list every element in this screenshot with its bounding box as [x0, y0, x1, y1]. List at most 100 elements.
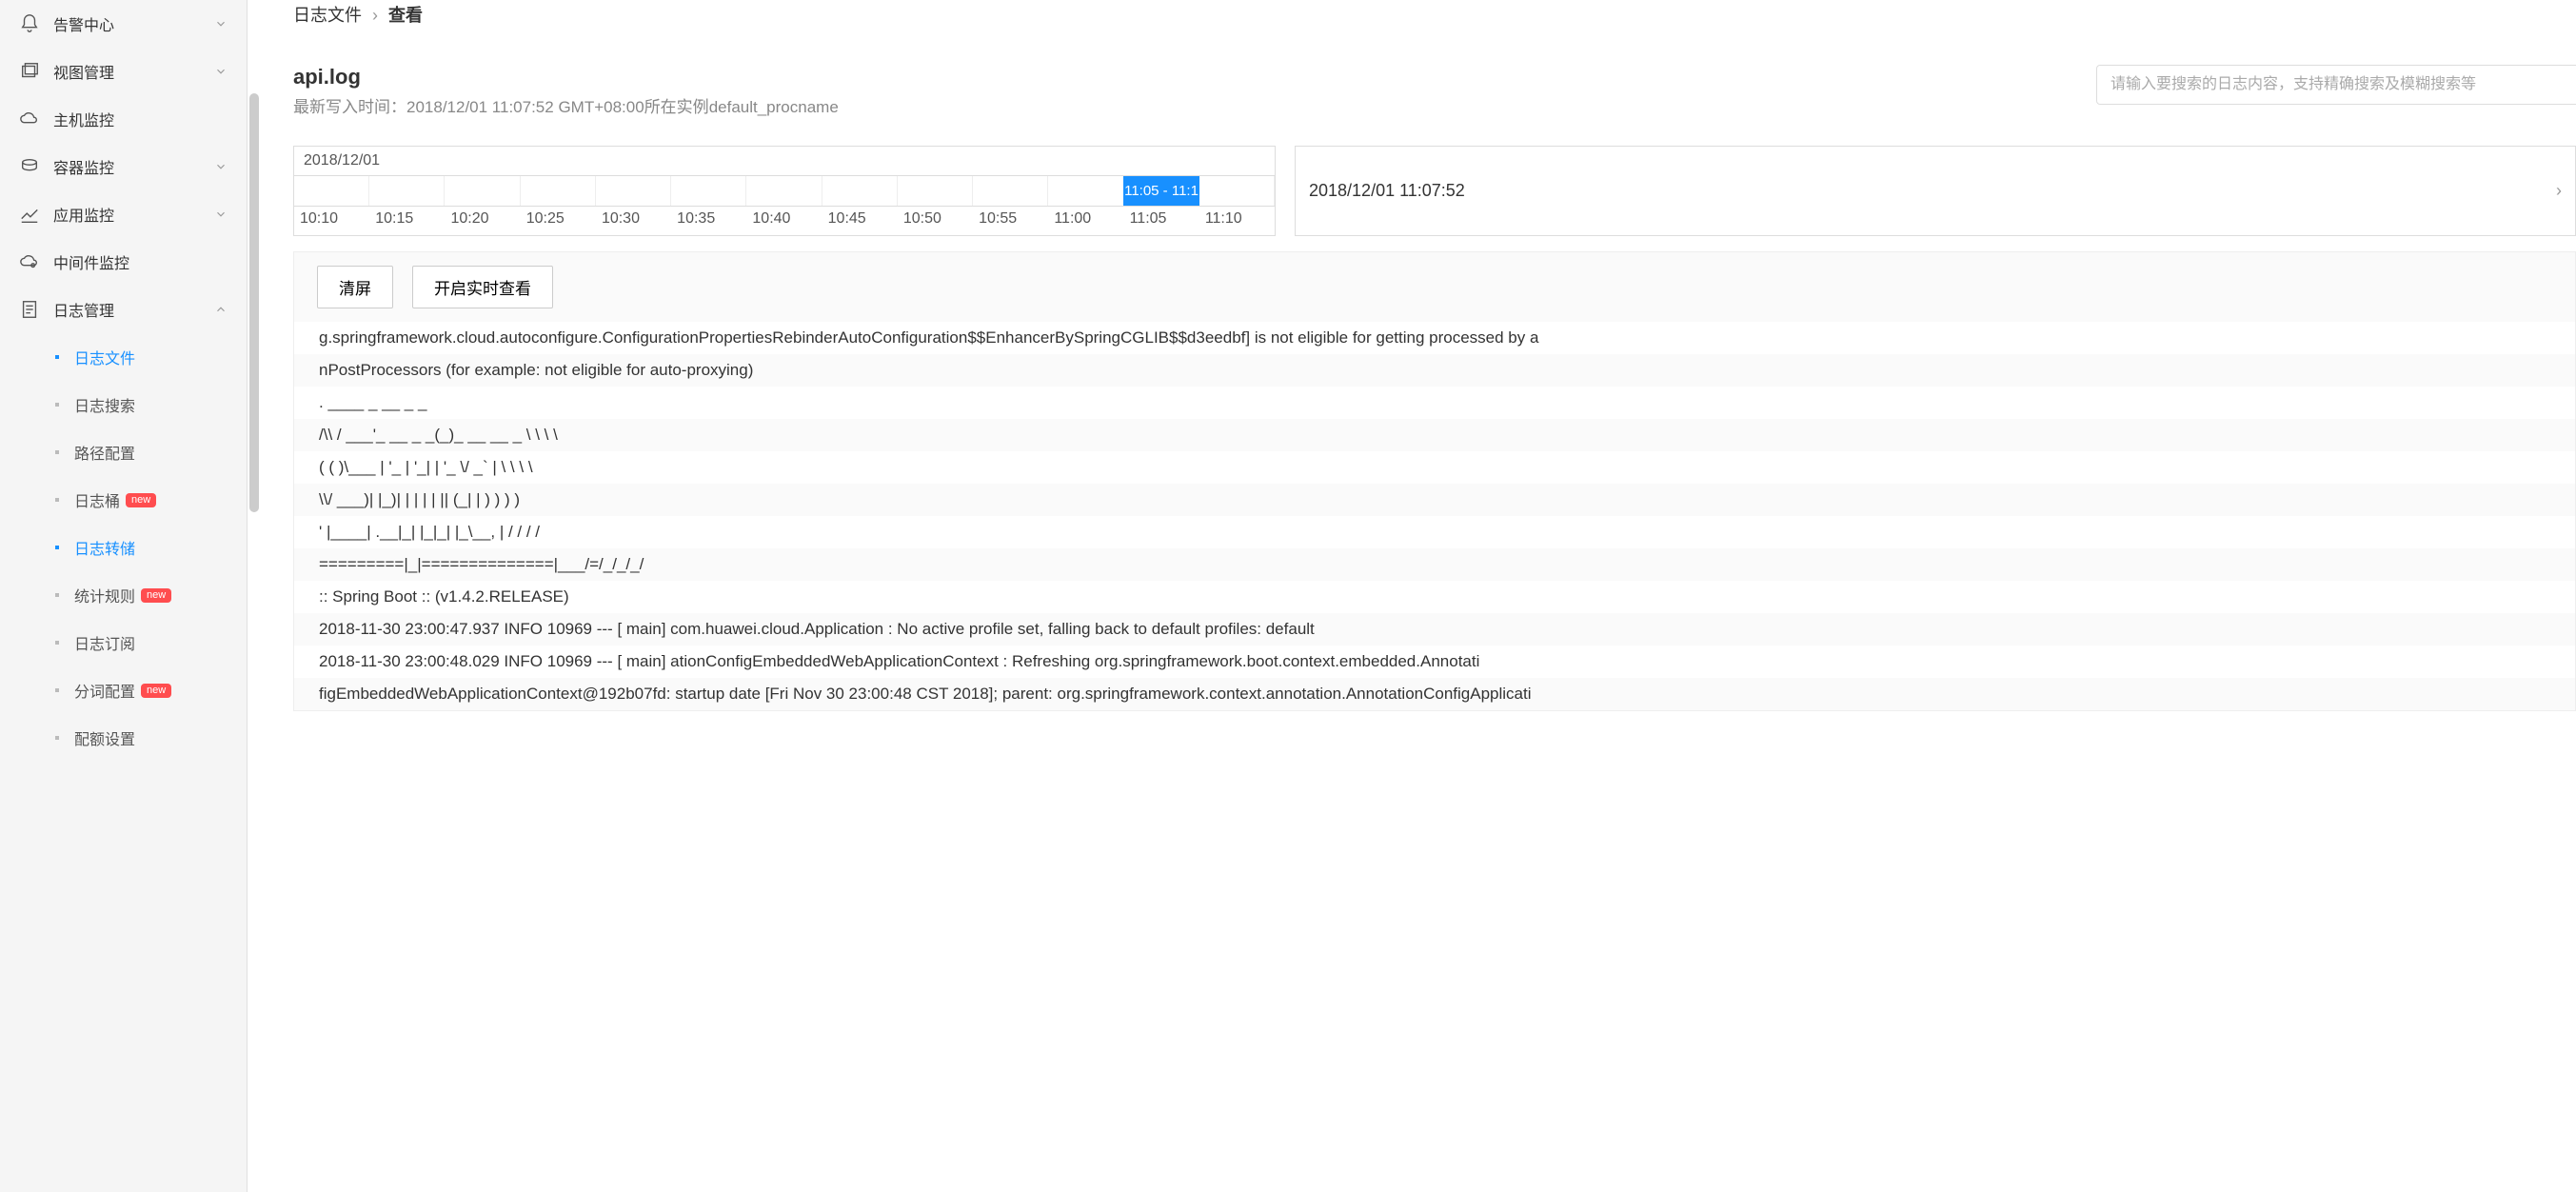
timeline-cell[interactable]	[294, 176, 369, 206]
timeline-cell[interactable]	[596, 176, 671, 206]
menu-item-middleware[interactable]: 中间件监控	[0, 238, 247, 286]
sub-item-log-search[interactable]: 日志搜索	[46, 381, 247, 428]
menu-label: 中间件监控	[53, 250, 129, 273]
timeline-cell[interactable]	[822, 176, 898, 206]
timeline-date: 2018/12/01	[294, 147, 1275, 176]
timeline-tick-label: 10:40	[746, 210, 822, 228]
timeline-cell[interactable]	[1048, 176, 1123, 206]
timeline-cell[interactable]	[369, 176, 445, 206]
dot-icon	[55, 688, 59, 692]
chevron-down-icon	[214, 17, 228, 30]
live-view-button[interactable]: 开启实时查看	[412, 266, 553, 308]
timeline-cell[interactable]	[973, 176, 1048, 206]
sidebar: 告警中心 视图管理 主机监控 容器监控 应用监控 中间件监控 日志管	[0, 0, 248, 1192]
file-title: api.log	[293, 65, 839, 89]
dot-icon	[55, 450, 59, 454]
chart-icon	[19, 204, 40, 225]
menu-label: 应用监控	[53, 203, 114, 226]
timeline-tick-label: 11:10	[1199, 210, 1275, 228]
log-line: nPostProcessors (for example: not eligib…	[294, 354, 2575, 387]
log-line: ' |____| .__|_| |_|_| |_\__, | / / / /	[294, 516, 2575, 548]
dot-icon	[55, 355, 59, 359]
doc-icon	[19, 299, 40, 320]
timeline-selection[interactable]: 11:05 - 11:1	[1123, 176, 1199, 206]
time-selector[interactable]: 2018/12/01 11:07:52 ›	[1295, 146, 2576, 236]
badge-new: new	[141, 588, 171, 603]
timeline-tick-label: 10:25	[521, 210, 596, 228]
timeline-tick-label: 11:05	[1124, 210, 1199, 228]
log-line: figEmbeddedWebApplicationContext@192b07f…	[294, 678, 2575, 710]
dot-icon	[55, 593, 59, 597]
menu-item-container[interactable]: 容器监控	[0, 143, 247, 190]
sub-item-log-dump[interactable]: 日志转储	[46, 524, 247, 571]
log-line: =========|_|==============|___/=/_/_/_/	[294, 548, 2575, 581]
menu-label: 告警中心	[53, 12, 114, 35]
breadcrumb: 日志文件 › 查看	[293, 2, 2576, 27]
menu-item-views[interactable]: 视图管理	[0, 48, 247, 95]
timeline-cell[interactable]	[746, 176, 822, 206]
menu-label: 主机监控	[53, 108, 114, 130]
sub-item-log-bucket[interactable]: 日志桶new	[46, 476, 247, 524]
sub-item-log-file[interactable]: 日志文件	[0, 333, 247, 381]
layers-icon	[19, 61, 40, 82]
chevron-down-icon	[214, 65, 228, 78]
timeline-cell[interactable]	[521, 176, 596, 206]
timeline-tick-label: 10:15	[369, 210, 445, 228]
log-line: . ____ _ __ _ _	[294, 387, 2575, 419]
timeline-tick-label: 10:10	[294, 210, 369, 228]
log-line: /\\ / ___'_ __ _ _(_)_ __ __ _ \ \ \ \	[294, 419, 2575, 451]
chevron-right-icon: ›	[2556, 181, 2562, 201]
timeline-track[interactable]: 11:05 - 11:1	[294, 176, 1275, 207]
dot-icon	[55, 546, 59, 549]
sub-item-path-config[interactable]: 路径配置	[46, 428, 247, 476]
file-meta: 最新写入时间：2018/12/01 11:07:52 GMT+08:00所在实例…	[293, 93, 839, 117]
timeline-cell[interactable]	[445, 176, 520, 206]
menu-item-alerts[interactable]: 告警中心	[0, 0, 247, 48]
menu-item-logs[interactable]: 日志管理	[0, 286, 247, 333]
dot-icon	[55, 641, 59, 645]
log-line: ( ( )\___ | '_ | '_| | '_ \/ _` | \ \ \ …	[294, 451, 2575, 484]
sub-item-quota[interactable]: 配额设置	[46, 714, 247, 762]
timeline-cell[interactable]	[898, 176, 973, 206]
timeline-tick-label: 10:50	[898, 210, 973, 228]
search-input[interactable]	[2096, 65, 2576, 105]
sub-item-token-config[interactable]: 分词配置new	[46, 666, 247, 714]
menu-label: 视图管理	[53, 60, 114, 83]
menu-item-host[interactable]: 主机监控	[0, 95, 247, 143]
chevron-up-icon	[214, 303, 228, 316]
timeline-tick-label: 10:35	[671, 210, 746, 228]
timeline-cell[interactable]	[671, 176, 746, 206]
timeline-tick-label: 10:45	[822, 210, 898, 228]
timeline-labels: 10:1010:1510:2010:2510:3010:3510:4010:45…	[294, 207, 1275, 235]
menu-label: 容器监控	[53, 155, 114, 178]
badge-new: new	[126, 493, 156, 507]
timeline-tick-label: 11:00	[1048, 210, 1123, 228]
breadcrumb-current: 查看	[388, 6, 423, 25]
sub-item-log-subscribe[interactable]: 日志订阅	[46, 619, 247, 666]
log-lines: g.springframework.cloud.autoconfigure.Co…	[294, 322, 2575, 710]
menu-item-app[interactable]: 应用监控	[0, 190, 247, 238]
timeline[interactable]: 2018/12/01 11:05 - 11:1 10:1010:1510:201…	[293, 146, 1276, 236]
dot-icon	[55, 498, 59, 502]
log-line: 2018-11-30 23:00:48.029 INFO 10969 --- […	[294, 646, 2575, 678]
sub-item-stat-rules[interactable]: 统计规则new	[46, 571, 247, 619]
menu-sub-logs: 日志文件 日志搜索 路径配置 日志桶new 日志转储 统计规则new 日志订阅 …	[0, 333, 247, 762]
timeline-tick-label: 10:30	[596, 210, 671, 228]
log-panel: 清屏 开启实时查看 g.springframework.cloud.autoco…	[293, 251, 2576, 711]
cloud-icon	[19, 109, 40, 129]
log-line: :: Spring Boot :: (v1.4.2.RELEASE)	[294, 581, 2575, 613]
breadcrumb-sep: ›	[372, 6, 378, 25]
clear-button[interactable]: 清屏	[317, 266, 393, 308]
timeline-tick-label: 10:55	[973, 210, 1048, 228]
timeline-cell[interactable]	[1199, 176, 1275, 206]
log-line: 2018-11-30 23:00:47.937 INFO 10969 --- […	[294, 613, 2575, 646]
bell-icon	[19, 13, 40, 34]
log-line: g.springframework.cloud.autoconfigure.Co…	[294, 322, 2575, 354]
chevron-down-icon	[214, 208, 228, 221]
main-content: 日志文件 › 查看 api.log 最新写入时间：2018/12/01 11:0…	[248, 0, 2576, 1192]
cloud-gear-icon	[19, 251, 40, 272]
breadcrumb-parent[interactable]: 日志文件	[293, 6, 362, 25]
menu-label: 日志管理	[53, 298, 114, 321]
log-line: \\/ ___)| |_)| | | | | || (_| | ) ) ) )	[294, 484, 2575, 516]
timeline-tick-label: 10:20	[445, 210, 520, 228]
